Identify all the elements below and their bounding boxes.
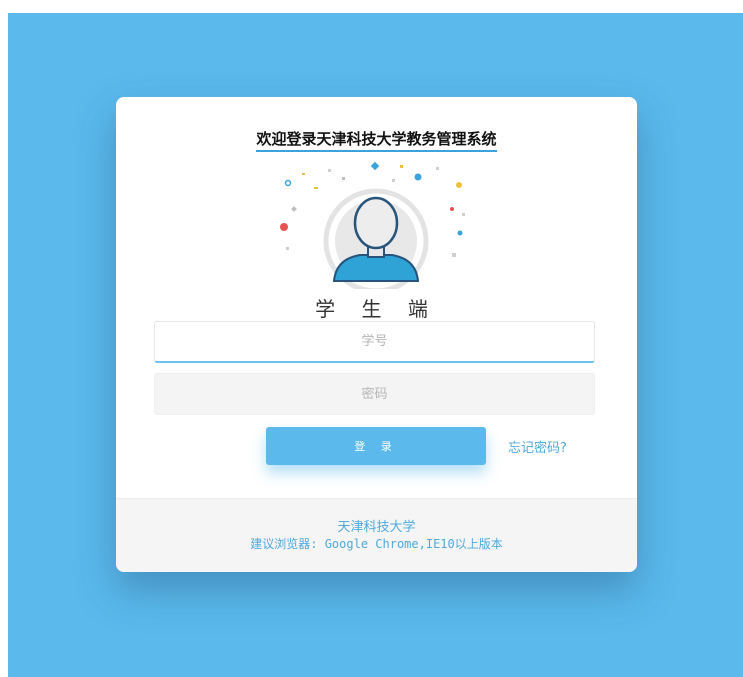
page-title-text: 欢迎登录天津科技大学教务管理系统 bbox=[256, 130, 497, 152]
forgot-password-link[interactable]: 忘记密码? bbox=[508, 437, 567, 456]
student-id-input[interactable] bbox=[154, 321, 595, 363]
login-button[interactable]: 登 录 bbox=[266, 427, 486, 465]
user-avatar-icon bbox=[280, 161, 465, 294]
page-background: 欢迎登录天津科技大学教务管理系统 学 生 端 学号 登 录 忘记密码? 天津科技… bbox=[8, 13, 743, 677]
footer-browser-note: 建议浏览器: Google Chrome,IE10以上版本 bbox=[250, 537, 503, 551]
avatar bbox=[276, 159, 476, 294]
login-card: 欢迎登录天津科技大学教务管理系统 学 生 端 学号 登 录 忘记密码? 天津科技… bbox=[116, 97, 637, 572]
page-title: 欢迎登录天津科技大学教务管理系统 bbox=[116, 128, 637, 152]
footer-school: 天津科技大学 bbox=[337, 520, 416, 535]
role-label: 学 生 端 bbox=[315, 297, 438, 321]
footer: 天津科技大学 建议浏览器: Google Chrome,IE10以上版本 bbox=[116, 498, 637, 572]
password-input[interactable] bbox=[154, 373, 595, 415]
